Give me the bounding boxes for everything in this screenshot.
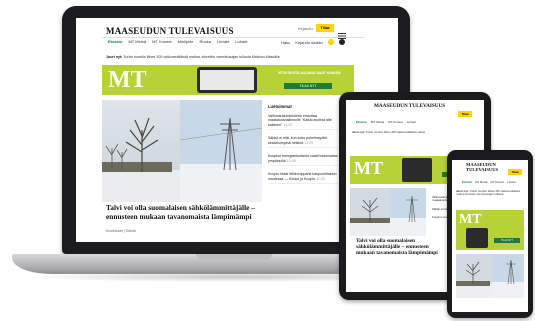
search-link[interactable]: Haku	[281, 40, 290, 45]
menu-icon[interactable]	[338, 26, 346, 39]
tablet-nav-item[interactable]: MT Koneet	[388, 120, 403, 124]
user-icon[interactable]	[327, 39, 334, 45]
tablet-nav-item[interactable]: MT Metsä	[371, 120, 384, 124]
phone-ad-banner[interactable]: MT TILAA NYT	[456, 210, 524, 250]
tablet-nav-item[interactable]: Etusivu	[356, 120, 367, 124]
ticker-text: Turkin tuontiin lähes 300 valkovenäläist…	[123, 55, 280, 59]
tablet-lead-headline[interactable]: Talvi voi olla suomalaisen sähkölämmittä…	[356, 238, 440, 257]
nav-item-mt-metsa[interactable]: MT Metsä	[128, 39, 146, 44]
tablet-lead-image[interactable]	[350, 188, 426, 236]
banner-phone-image	[197, 67, 257, 93]
most-read-item[interactable]: Kuopion energiantuotanto vaatii toisenla…	[268, 154, 338, 167]
lead-story-headline[interactable]: Talvi voi olla suomalaisen sähkölämmittä…	[106, 203, 262, 221]
nav-item-etusivu[interactable]: Etusivu	[108, 39, 122, 44]
signin-link[interactable]: Kirjaudu sisään	[295, 40, 322, 45]
tablet-nav: Etusivu MT Metsä MT Koneet Lehdet	[356, 120, 416, 124]
phone-banner-logo: MT	[459, 212, 482, 227]
phone-ticker[interactable]: Juuri nyt: Turkin tuontiin lähes 300 val…	[456, 189, 524, 197]
phone-nav-item[interactable]: Lehdet	[507, 180, 516, 184]
nav-item-luhdet[interactable]: Luhdet	[235, 39, 247, 44]
lead-story-meta: Kuvitukset | Tekstit	[106, 229, 136, 233]
phone-nav-item[interactable]: Etusivu	[462, 180, 472, 184]
news-ticker[interactable]: Juuri nyt: Turkin tuontiin lähes 300 val…	[106, 55, 356, 59]
laptop-notch	[196, 254, 272, 260]
most-read-item[interactable]: Kuopio lisäsi lähikumppanit kaupunkitalo…	[268, 172, 338, 185]
site-logo[interactable]: MAASEUDUN TULEVAISUUS	[106, 26, 234, 36]
tablet-banner-phone-image	[402, 158, 432, 182]
phone-banner-phone-image	[466, 228, 488, 248]
ticker-label: Juuri nyt:	[106, 55, 123, 59]
phone-banner-cta-button[interactable]: TILAA NYT	[494, 238, 520, 243]
phone-subscribe-button[interactable]: Tilaa	[508, 169, 522, 175]
subscribe-button[interactable]: Tilaa	[316, 24, 334, 32]
phone-nav: Etusivu MT Metsä MT Koneet Lehdet	[462, 180, 516, 184]
phone-lead-image[interactable]	[456, 254, 524, 298]
main-nav: Etusivu MT Metsä MT Koneet Mielipide Ruo…	[108, 39, 248, 44]
phone-screen: MAASEUDUN TULEVAISUUS Tilaa Etusivu MT M…	[452, 160, 528, 312]
phone-nav-item[interactable]: MT Metsä	[475, 180, 487, 184]
tablet-site-logo[interactable]: MAASEUDUN TULEVAISUUS	[374, 103, 445, 109]
nav-item-ruoka[interactable]: Ruoka	[199, 39, 211, 44]
login-link[interactable]: Kirjaudu	[298, 26, 313, 31]
nav-right: Haku Kirjaudu sisään	[281, 39, 345, 45]
lead-story-image[interactable]	[102, 100, 262, 202]
banner-cta-button[interactable]: TILAA NYT	[284, 83, 332, 89]
most-read-item[interactable]: Sähkö ei riitä, kun koko puhelinsyöttö k…	[268, 136, 338, 149]
header-divider	[102, 37, 364, 38]
ad-banner[interactable]: MT MT:N DIGITILAAJANA SAAT KAIKEN TILAA …	[102, 65, 354, 95]
nav-item-mt-koneet[interactable]: MT Koneet	[152, 39, 172, 44]
tablet-nav-item[interactable]: Lehdet	[407, 120, 416, 124]
most-read-list: Valtiovarainministeriö ehdottaa maatalou…	[268, 114, 338, 185]
nav-item-lehdet[interactable]: Lehdet	[217, 39, 229, 44]
most-read-title: Luetuimmat	[268, 104, 292, 109]
phone-nav-item[interactable]: MT Koneet	[491, 180, 505, 184]
banner-text: MT:N DIGITILAAJANA SAAT KAIKEN	[278, 71, 341, 75]
nav-item-mielipide[interactable]: Mielipide	[178, 39, 194, 44]
tablet-subscribe-button[interactable]: Tilaa	[458, 111, 472, 117]
banner-logo: MT	[108, 67, 147, 93]
tablet-banner-logo: MT	[354, 158, 383, 178]
tablet-ticker[interactable]: Juuri nyt: Turkin tuontiin lähes 300 val…	[352, 130, 478, 134]
account-icon[interactable]	[338, 39, 345, 45]
most-read-item[interactable]: Valtiovarainministeriö ehdottaa maatalou…	[268, 114, 338, 131]
